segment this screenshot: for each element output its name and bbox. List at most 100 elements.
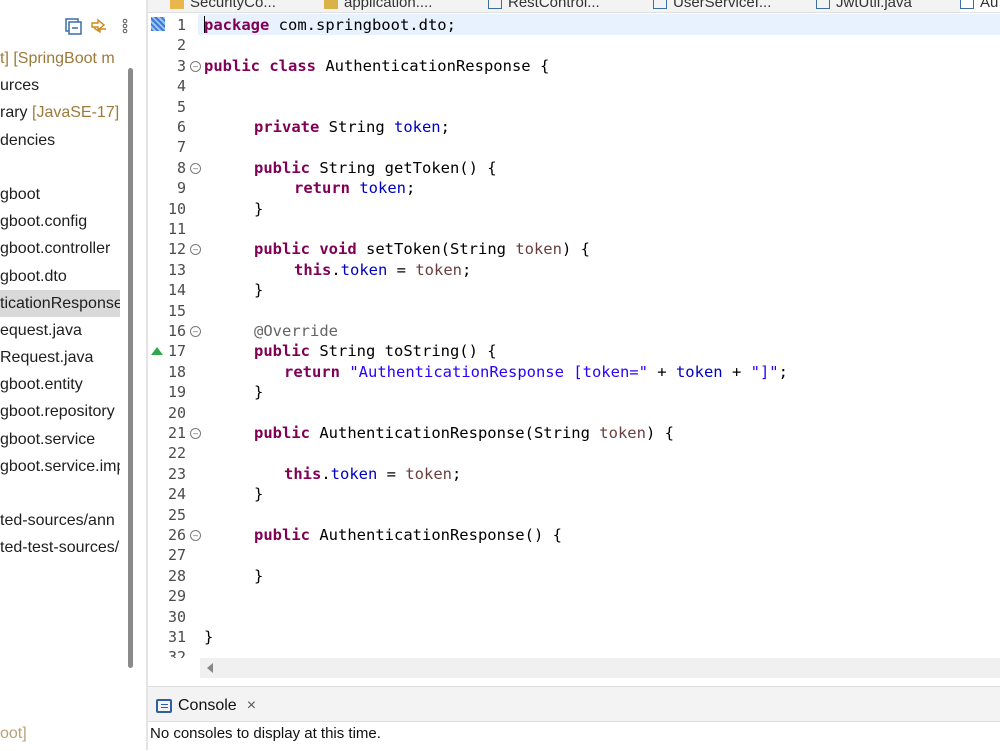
line-number: 31 [167,628,186,646]
line-number: 8 [176,158,186,177]
tree-item-package-dto[interactable]: gboot.dto [0,263,120,290]
line-number: 1 [176,16,186,34]
line-number: 7 [176,138,186,157]
console-tabbar: Console × [148,687,1000,722]
tree-item-project[interactable]: t] [SpringBoot m [0,45,120,72]
code-line-17: public String toString() { [254,342,497,361]
tree-item-authentication-request[interactable]: equest.java [0,317,120,344]
line-number: 24 [167,485,186,504]
line-number: 10 [167,199,186,218]
tree-item-package-controller[interactable]: gboot.controller [0,235,120,262]
java-file-icon [960,0,974,9]
code-line-13: this.token = token; [294,260,472,279]
line-number: 28 [167,566,186,585]
console-empty-message: No consoles to display at this time. [150,725,381,742]
code-line-19: } [254,383,264,402]
collapse-all-icon[interactable] [64,17,82,35]
code-line-10: } [254,199,264,218]
line-number: 26 [167,526,186,544]
line-number: 16 [167,322,186,340]
tree-item-authentication-response[interactable]: ticationResponse [0,289,120,317]
text-caret [204,16,205,33]
fold-collapse-icon[interactable]: – [190,530,201,541]
tree-item-user-request[interactable]: Request.java [0,344,120,371]
view-menu-icon[interactable] [120,17,130,35]
fold-collapse-icon[interactable]: – [190,60,201,72]
fold-collapse-icon[interactable]: – [190,244,201,256]
tab-user-service-impl[interactable]: UserServiceI... [653,0,771,12]
line-number: 29 [167,587,186,606]
code-editor[interactable]: 1 2 3–4 5 6 7 8–9 10 11 12–13 14 15 16–17 18 19 20 21–22… [148,13,1000,658]
line-number: 23 [167,464,186,483]
console-view: Console × No consoles to display at this… [148,686,1000,751]
tree-item-package-springboot[interactable]: gboot [0,181,120,208]
code-line-16: @Override [254,322,338,340]
code-text[interactable]: package com.springboot.dto; public class… [204,13,994,646]
package-explorer: t] [SpringBoot m urces rary [JavaSE-17] … [0,0,148,750]
code-line-14: } [254,281,264,300]
line-number: 20 [167,403,186,422]
tree-item-dependencies[interactable]: dencies [0,127,120,154]
line-number: 14 [167,281,186,300]
tab-jwt-util[interactable]: JwtUtil.java [816,0,912,12]
line-number: 12 [167,240,186,259]
line-number: 5 [176,97,186,116]
tree-item-jre-library[interactable]: rary [JavaSE-17] [0,99,120,126]
close-icon[interactable]: × [247,697,256,715]
code-line-31: } [204,628,214,646]
line-number: 27 [167,546,186,565]
fold-collapse-icon[interactable]: – [190,162,201,174]
tree-item-generated-sources[interactable]: ted-sources/ann [0,507,120,534]
code-line-1: package com.springboot.dto; [204,16,456,34]
line-number: 25 [167,505,186,524]
tree-item-blank [0,154,120,181]
override-indicator-icon [151,347,163,356]
code-line-18: return "AuthenticationResponse [token=" … [284,362,788,381]
scroll-left-arrow-icon[interactable] [207,663,213,673]
java-file-icon [816,0,830,9]
tree-item-package-entity[interactable]: gboot.entity [0,371,120,398]
java-file-icon [653,0,667,9]
fold-collapse-icon[interactable]: – [190,326,201,337]
line-number: 32 [167,648,186,658]
line-number: 15 [167,301,186,320]
line-number: 2 [176,36,186,55]
project-tree: t] [SpringBoot m urces rary [JavaSE-17] … [0,45,120,562]
tab-application-properties[interactable]: application.... [324,0,432,12]
tree-item-sources[interactable]: urces [0,72,120,99]
tab-authentication-response[interactable]: Au [960,0,1000,12]
line-number: 21 [167,424,186,442]
tab-rest-controller[interactable]: RestControl... [488,0,600,12]
tree-item-bottom[interactable]: oot] [0,725,27,743]
tree-item-generated-test-sources[interactable]: ted-test-sources/ [0,534,120,561]
tree-item-package-service[interactable]: gboot.service [0,426,120,453]
tree-item-package-config[interactable]: gboot.config [0,208,120,235]
code-line-6: private String token; [254,118,450,136]
line-number: 18 [167,362,186,381]
code-line-12: public void setToken(String token) { [254,240,590,259]
explorer-scrollbar[interactable] [128,68,133,668]
tree-item-blank [0,480,120,507]
code-line-3: public class AuthenticationResponse { [204,56,550,75]
code-line-9: return token; [294,179,416,198]
tab-security-config[interactable]: SecurityCo... [170,0,276,12]
line-number: 13 [167,260,186,279]
code-line-26: public AuthenticationResponse() { [254,526,562,544]
fold-collapse-icon[interactable]: – [190,428,201,439]
link-with-editor-icon[interactable] [90,17,108,35]
line-number: 19 [167,383,186,402]
code-line-28: } [254,566,264,585]
line-number: 22 [167,444,186,463]
tab-console[interactable]: Console × [156,695,256,717]
line-number: 3 [176,56,186,75]
tree-item-package-repository[interactable]: gboot.repository [0,398,120,425]
code-line-24: } [254,485,264,504]
line-number: 9 [176,179,186,198]
line-number: 11 [167,220,186,238]
tree-item-package-service-impl[interactable]: gboot.service.imp [0,453,120,480]
warning-java-icon [170,0,184,9]
editor-horizontal-scrollbar[interactable] [200,658,1000,678]
console-icon [156,699,172,713]
line-number: 4 [176,77,186,96]
explorer-toolbar [0,0,148,40]
